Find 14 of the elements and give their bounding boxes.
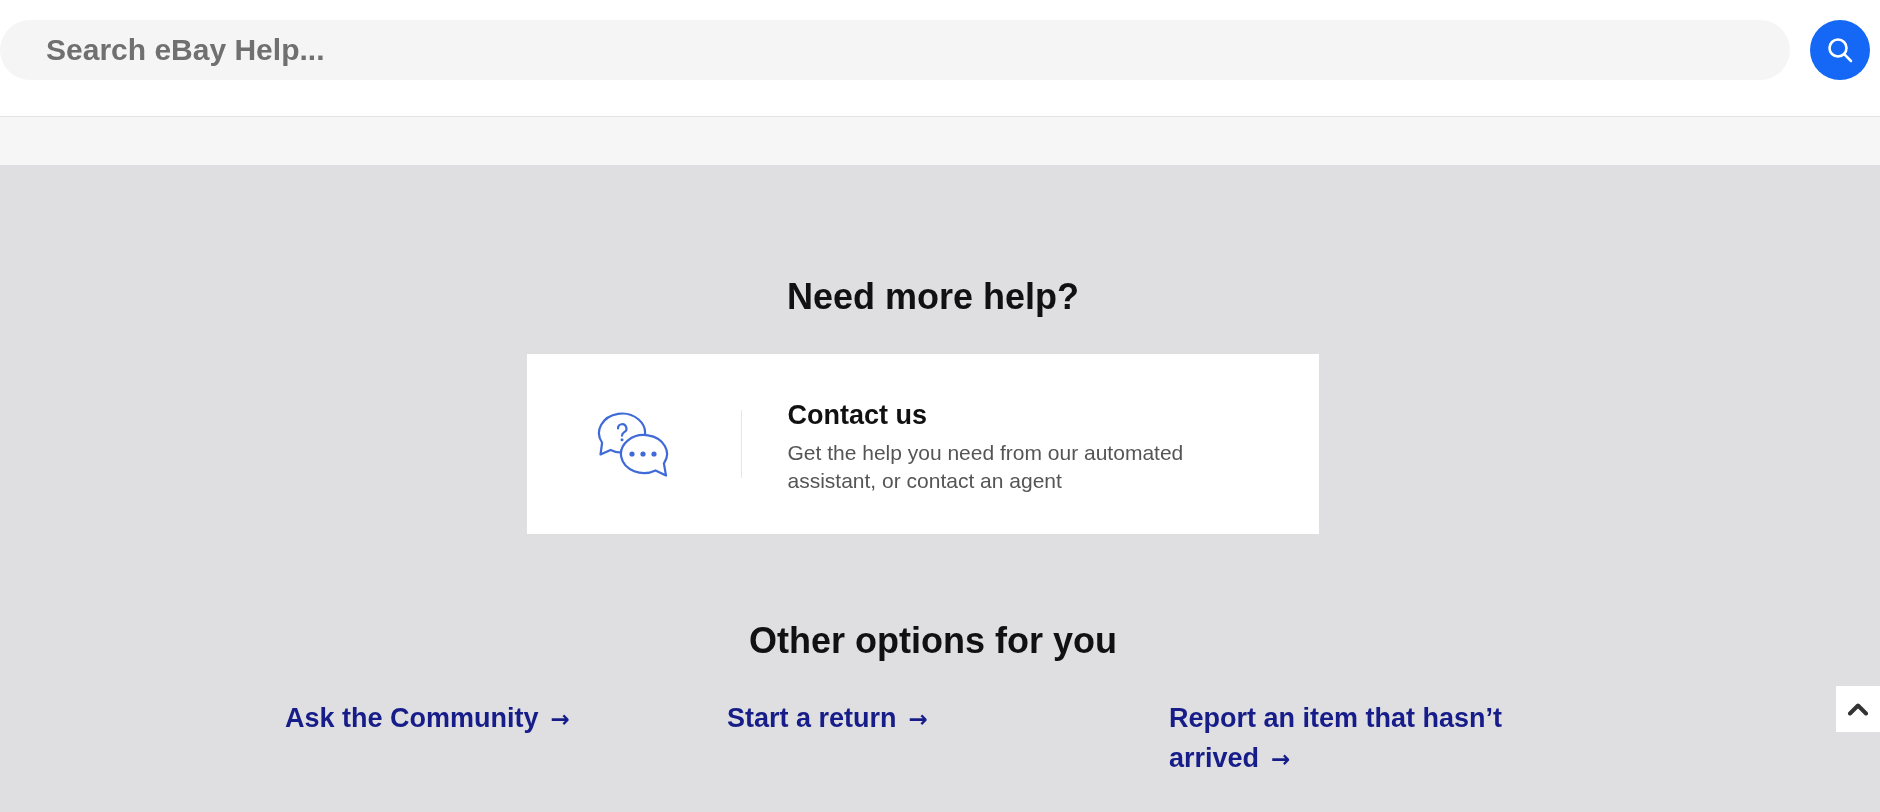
speech-bubbles-icon [596, 411, 669, 477]
scroll-top-button[interactable] [1836, 686, 1880, 732]
search-field[interactable]: Search eBay Help... [0, 20, 1790, 80]
section-heading: Need more help? [786, 275, 1080, 319]
card-title: Contact us [787, 400, 928, 431]
section-heading: Other options for you [749, 619, 1117, 663]
search-button[interactable] [1810, 20, 1870, 80]
option-link[interactable]: Ask the Community → [285, 698, 570, 739]
option-link[interactable]: Report an item that hasn’t arrived → [1169, 698, 1549, 779]
search-icon [1827, 37, 1853, 63]
chevron-up-icon [1847, 702, 1869, 716]
contact-card[interactable]: Contact us Get the help you need from our automated assistant, or contact an agent [526, 354, 1319, 534]
card-description: Get the help you need from our automated assistant, or contact an agent [787, 440, 1185, 494]
option-link[interactable]: Start a return → [727, 698, 928, 739]
